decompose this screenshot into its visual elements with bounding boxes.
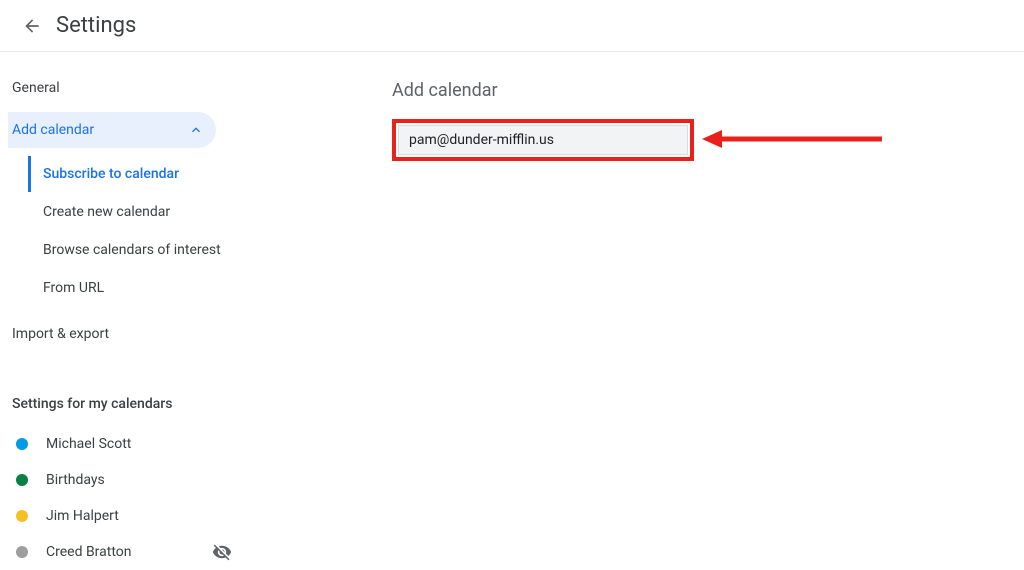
add-calendar-input[interactable] [398, 125, 688, 155]
nav-general-label: General [12, 80, 204, 96]
content-area: General Add calendar Subscribe to calend… [0, 52, 1024, 570]
nav-add-calendar[interactable]: Add calendar [8, 112, 216, 148]
app-header: Settings [0, 0, 1024, 52]
calendar-color-dot [16, 510, 28, 522]
annotation-highlight-box [392, 119, 694, 161]
nav-general[interactable]: General [8, 70, 216, 106]
sub-create-new-calendar[interactable]: Create new calendar [28, 194, 256, 230]
add-calendar-subitems: Subscribe to calendar Create new calenda… [8, 156, 256, 306]
sub-subscribe-to-calendar[interactable]: Subscribe to calendar [28, 156, 256, 192]
calendar-item[interactable]: Creed Bratton [8, 534, 256, 570]
nav-import-export[interactable]: Import & export [8, 316, 216, 352]
calendar-color-dot [16, 546, 28, 558]
page-title: Settings [56, 13, 136, 38]
sub-item-label: Browse calendars of interest [43, 242, 221, 258]
calendar-name: Birthdays [46, 472, 252, 488]
annotation-arrow-icon [702, 129, 882, 149]
my-calendars-heading: Settings for my calendars [8, 396, 256, 412]
sub-browse-calendars[interactable]: Browse calendars of interest [28, 232, 256, 268]
calendar-name: Jim Halpert [46, 508, 252, 524]
settings-sidebar: General Add calendar Subscribe to calend… [0, 70, 256, 570]
nav-add-calendar-label: Add calendar [12, 122, 188, 138]
calendar-color-dot [16, 438, 28, 450]
calendar-name: Michael Scott [46, 436, 252, 452]
calendar-item[interactable]: Birthdays [8, 462, 256, 498]
input-area [392, 119, 694, 161]
sub-item-label: Create new calendar [43, 204, 170, 220]
calendar-name: Creed Bratton [46, 544, 212, 560]
calendar-item[interactable]: Michael Scott [8, 426, 256, 462]
sub-item-label: Subscribe to calendar [43, 166, 179, 182]
calendar-color-dot [16, 474, 28, 486]
chevron-up-icon [188, 122, 204, 138]
main-panel: Add calendar [256, 70, 1024, 570]
back-button[interactable] [12, 6, 52, 46]
main-title: Add calendar [392, 80, 1024, 101]
arrow-left-icon [22, 16, 42, 36]
visibility-off-icon [212, 542, 232, 562]
sub-item-label: From URL [43, 280, 104, 296]
nav-import-export-label: Import & export [12, 326, 204, 342]
sub-from-url[interactable]: From URL [28, 270, 256, 306]
calendar-item[interactable]: Jim Halpert [8, 498, 256, 534]
